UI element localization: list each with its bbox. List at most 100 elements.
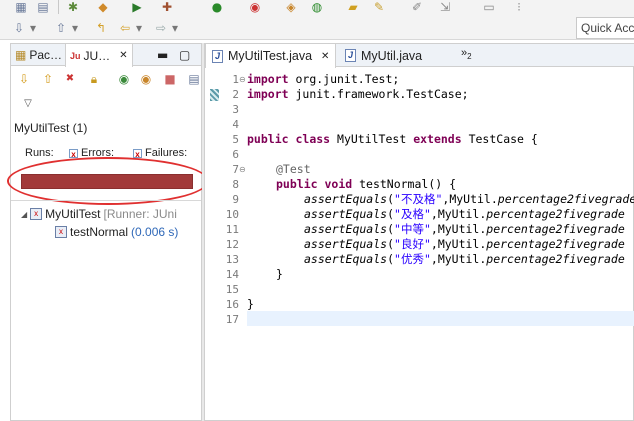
tab-myutil-label: MyUtil.java [361,48,423,63]
tab-package-explorer[interactable]: ▦ Pac… [11,44,66,66]
keyword: public [247,132,289,146]
scroll-lock-icon[interactable]: 🔒︎ [87,72,101,86]
fold-icon[interactable]: ⊖ [239,72,247,87]
line-number: 2 [232,88,239,101]
show-failures-only-icon[interactable]: ✖ [63,72,77,86]
test-failure-icon: x [55,226,67,238]
dropdown-arrow-icon[interactable]: ▾ [68,21,82,35]
close-icon[interactable]: ✕ [321,51,329,62]
line-number: 15 [225,283,239,296]
code-line: } [247,297,254,311]
line-number: 13 [225,253,239,266]
toggle-icon[interactable]: ▭ [482,0,496,14]
string-literal: "中等" [394,222,431,236]
code-line: assertEquals("良好",MyUtil.percentage2five… [304,237,625,251]
string-literal: "优秀" [394,252,431,266]
code-icon[interactable]: ⇲ [438,0,452,14]
rerun-failures-first-icon[interactable]: ◉ [139,72,153,86]
view-menu-icon[interactable]: ▽ [21,97,35,111]
search-icon[interactable]: ◉ [248,0,262,14]
java-file-icon: J [345,49,356,62]
new-icon[interactable]: ✚ [160,0,174,14]
junit-view: ▦ Pac… Ju JU… ✕ ▬ ▢ ⇩ ⇧ ✖ 🔒︎ ◉ ◉ ■ ▤ ▽ M… [7,43,209,421]
bookmark-icon[interactable]: ✎ [372,0,386,14]
previous-failure-icon[interactable]: ⇧ [41,72,55,86]
code-line: assertEquals("及格",MyUtil.percentage2five… [304,207,625,221]
line-number: 17 [225,313,239,326]
string-literal: "良好" [394,237,431,251]
line-number: 7 [232,163,239,176]
keyword: extends [413,132,462,146]
line-number: 6 [232,148,239,161]
tree-node-suite[interactable]: ◢ x MyUtilTest [Runner: JUni [21,206,177,222]
tab-myutiltest-label: MyUtilTest.java [228,49,313,63]
editor-area: J MyUtilTest.java ✕ J MyUtil.java »2 1 ⊖… [204,43,634,421]
keyword: import [247,72,289,86]
tree-node-test[interactable]: x testNormal (0.006 s) [55,224,178,240]
forward-icon[interactable]: ⇨ [154,21,168,35]
prev-annotation-icon[interactable]: ⇧ [54,21,68,35]
java-file-icon: J [212,49,223,63]
keyword: public [276,177,318,191]
lookup-icon[interactable]: ✐ [410,0,424,14]
coverage-icon[interactable]: ◆ [96,0,110,14]
navigate-icon[interactable]: ▤ [36,0,50,14]
code-text: testNormal() { [352,177,457,191]
tab-myutil-java[interactable]: J MyUtil.java [339,44,428,67]
tab-junit[interactable]: Ju JU… ✕ [65,44,133,67]
test-time-label: (0.006 s) [131,225,179,239]
maximize-icon[interactable]: ▢ [179,48,190,62]
line-number: 16 [225,298,239,311]
method-call: assertEquals [304,222,388,236]
change-marker [210,89,219,101]
failures-label: Failures: [145,147,188,159]
line-number: 11 [225,223,239,236]
code-line: import junit.framework.TestCase; [247,87,469,102]
next-annotation-icon[interactable]: ⇩ [12,21,26,35]
next-failure-icon[interactable]: ⇩ [17,72,31,86]
pin-icon[interactable]: ◍ [310,0,324,14]
code-line: } [276,267,283,281]
pen-icon[interactable]: ▰ [346,0,360,14]
format-icon[interactable]: ⁝ [512,0,526,14]
method-call: assertEquals [304,192,388,206]
expand-arrow-icon[interactable]: ◢ [21,210,27,219]
code-text: ,MyUtil. [430,222,487,236]
method-call: assertEquals [304,237,388,251]
rerun-test-icon[interactable]: ◉ [117,72,131,86]
close-icon[interactable]: ✕ [119,50,127,61]
run-icon[interactable]: ▶ [130,0,144,14]
open-folder-icon[interactable]: ● [210,0,224,14]
main-toolbar: ▦ ▤ ✱ ◆ ▶ ✚ ● ◉ ◈ ◍ ▰ ✎ ✐ ⇲ ▭ ⁝ ⇩ ▾ ⇧ ▾ … [0,0,634,40]
runs-label: Runs: [25,147,54,159]
toolbar-row-1: ▦ ▤ ✱ ◆ ▶ ✚ ● ◉ ◈ ◍ ▰ ✎ ✐ ⇲ ▭ ⁝ [0,0,634,18]
code-text: ,MyUtil. [430,252,487,266]
line-number: 14 [225,268,239,281]
test-suite-failure-icon: x [30,208,43,220]
tab-myutiltest-java[interactable]: J MyUtilTest.java ✕ [205,44,337,68]
code-editor[interactable]: import org.junit.Test; import junit.fram… [247,68,634,420]
line-number: 5 [232,133,239,146]
back-icon[interactable]: ⇦ [118,21,132,35]
junit-toolbar: ⇩ ⇧ ✖ 🔒︎ ◉ ◉ ■ ▤ ▽ [11,68,201,118]
history-icon[interactable]: ▤ [187,72,201,86]
last-edit-icon[interactable]: ↰ [94,21,108,35]
failures-counter: x Failures: [133,147,187,159]
minimize-icon[interactable]: ▬ [157,48,168,62]
code-text: junit.framework.TestCase; [288,87,469,101]
line-number: 10 [225,208,239,221]
tab-overflow-button[interactable]: »2 [461,47,472,61]
line-number: 1 [232,73,239,86]
debug-icon[interactable]: ✱ [66,0,80,14]
code-text: org.junit.Test; [288,72,400,86]
dropdown-arrow-icon[interactable]: ▾ [26,21,40,35]
search-dropdown-icon[interactable]: ◈ [284,0,298,14]
stop-icon[interactable]: ■ [163,72,177,86]
team-icon[interactable]: ▦ [14,0,28,14]
code-line: assertEquals("不及格",MyUtil.percentage2fiv… [304,192,634,207]
fold-icon[interactable]: ⊖ [239,162,247,177]
dropdown-arrow-icon[interactable]: ▾ [132,21,146,35]
code-line: assertEquals("中等",MyUtil.percentage2five… [304,222,625,236]
quick-access-field[interactable]: Quick Acc [576,17,634,39]
dropdown-arrow-icon[interactable]: ▾ [168,21,182,35]
